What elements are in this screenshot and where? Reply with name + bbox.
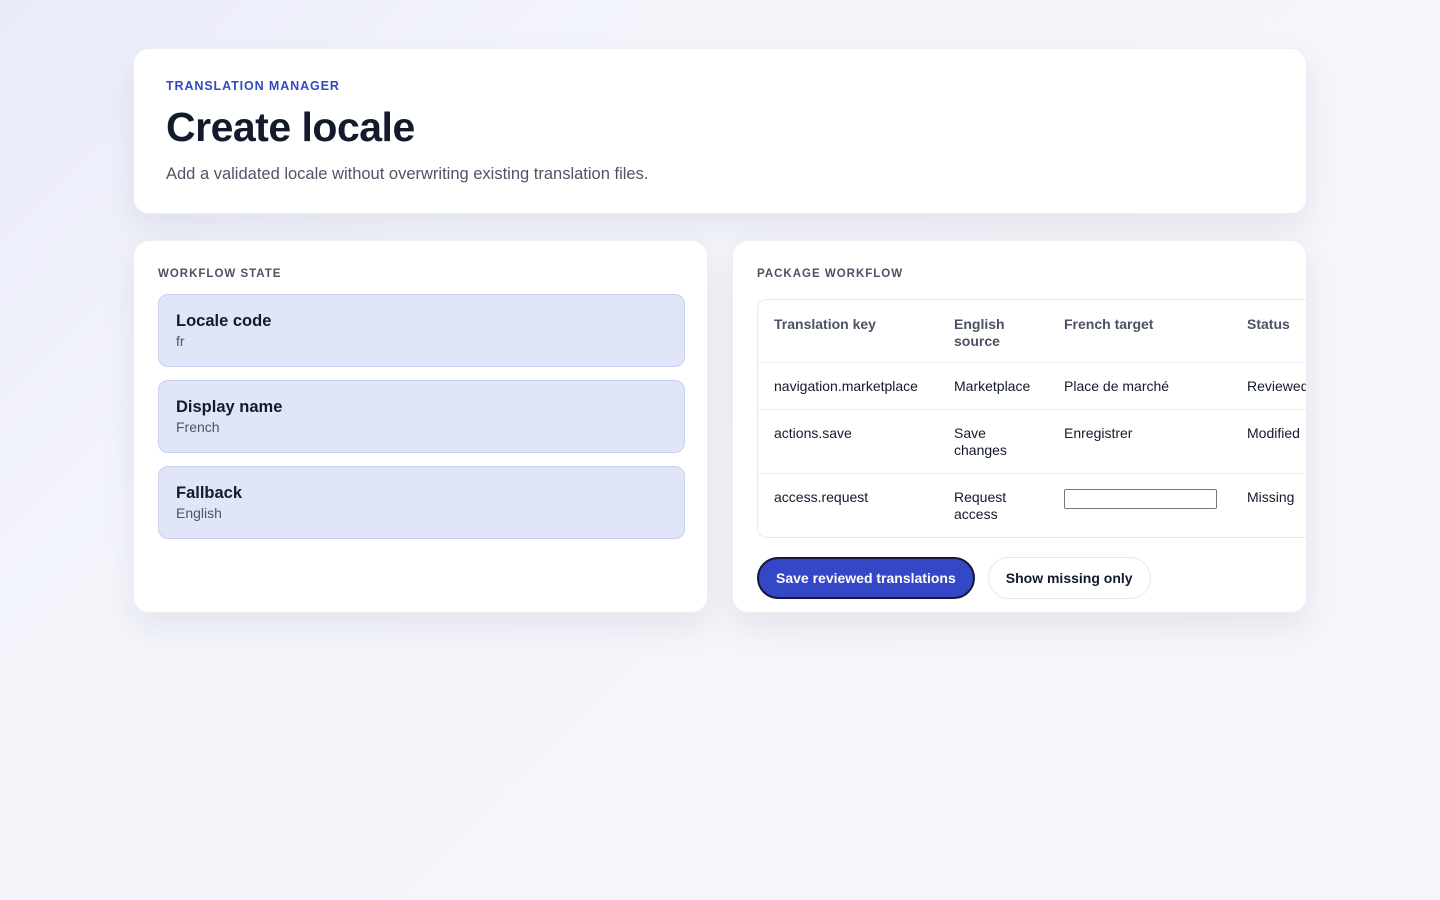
table-row: navigation.marketplace Marketplace Place… <box>758 362 1306 410</box>
state-card-locale-code: Locale code fr <box>158 294 685 367</box>
package-workflow-label: PACKAGE WORKFLOW <box>757 268 904 280</box>
cell-status: Reviewed <box>1231 362 1306 410</box>
header-card: TRANSLATION MANAGER Create locale Add a … <box>133 48 1307 214</box>
table-actions: Save reviewed translations Show missing … <box>757 557 1306 599</box>
cell-status: Modified <box>1231 409 1306 474</box>
state-value: French <box>176 419 220 435</box>
state-value: fr <box>176 333 185 349</box>
cell-source: Marketplace <box>938 362 1048 410</box>
save-reviewed-translations-button[interactable]: Save reviewed translations <box>757 557 975 599</box>
cell-key: access.request <box>774 489 869 505</box>
cell-source: Request access <box>954 489 1007 522</box>
translations-table: Translation key English source French ta… <box>758 300 1306 538</box>
state-title: Fallback <box>176 484 243 502</box>
show-missing-only-button[interactable]: Show missing only <box>987 557 1151 599</box>
state-card-fallback: Fallback English <box>158 466 685 539</box>
column-header-source: English source <box>938 300 1048 363</box>
french-target-input[interactable] <box>1064 489 1217 509</box>
cell-key: navigation.marketplace <box>758 362 938 410</box>
cell-target <box>1048 474 1231 538</box>
state-card-display-name: Display name French <box>158 380 685 453</box>
table-row: actions.save Save changes Enregistrer Mo… <box>758 409 1306 474</box>
cell-target: Enregistrer <box>1048 409 1231 474</box>
state-title: Display name <box>176 398 283 416</box>
workflow-state-label: WORKFLOW STATE <box>158 268 282 280</box>
page-subtitle: Add a validated locale without overwriti… <box>166 165 649 183</box>
app-eyebrow: TRANSLATION MANAGER <box>166 79 340 93</box>
cell-source: Save changes <box>938 409 1048 474</box>
state-title: Locale code <box>176 312 272 330</box>
table-row: access.request Request access Missing <box>758 474 1306 538</box>
workflow-state-panel: WORKFLOW STATE Locale code fr Display na… <box>133 240 708 613</box>
column-header-key: Translation key <box>758 300 938 363</box>
cell-key: actions.save <box>758 409 938 474</box>
page-title: Create locale <box>166 104 415 150</box>
cell-target: Place de marché <box>1048 362 1231 410</box>
column-header-target: French target <box>1048 300 1231 363</box>
column-header-status: Status <box>1231 300 1306 363</box>
cell-status: Missing <box>1247 489 1295 505</box>
state-value: English <box>176 505 222 521</box>
table-header-row: Translation key English source French ta… <box>758 300 1306 363</box>
translations-table-wrapper[interactable]: Translation key English source French ta… <box>757 299 1306 538</box>
package-workflow-panel: PACKAGE WORKFLOW Translation key English… <box>732 240 1307 613</box>
